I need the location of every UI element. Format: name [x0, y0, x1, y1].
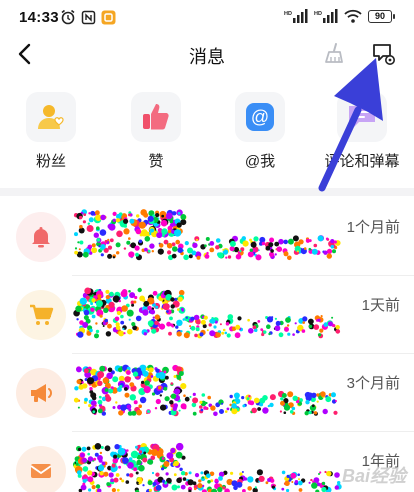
status-time: 14:33 — [19, 9, 59, 26]
category-fans[interactable]: 粉丝 — [11, 92, 91, 171]
category-label: @我 — [244, 153, 276, 170]
fans-icon — [38, 105, 64, 129]
battery-indicator: 90 — [368, 9, 395, 23]
status-bar: 14:33 HD HD 90 — [0, 0, 414, 36]
page-title: 消息 — [189, 47, 225, 67]
category-label: 评论和弹幕 — [324, 153, 400, 170]
shopping-cart-icon — [30, 304, 54, 325]
category-label: 粉丝 — [35, 153, 66, 170]
category-mentions[interactable]: @ @我 — [220, 92, 300, 171]
list-item[interactable]: 3个月前 — [0, 358, 414, 436]
comment-icon — [349, 106, 375, 128]
message-preview-redacted — [72, 208, 344, 266]
app-notification-icon — [101, 10, 116, 24]
clear-unread-button[interactable] — [322, 41, 348, 67]
message-preview-redacted — [72, 442, 344, 492]
category-comments[interactable]: 评论和弹幕 — [322, 92, 402, 171]
message-settings-icon — [373, 44, 395, 65]
mention-icon: @ — [246, 103, 274, 131]
megaphone-icon — [31, 384, 52, 402]
signal-hd-icon: HD — [314, 9, 338, 23]
alarm-icon — [61, 9, 75, 25]
wifi-icon — [344, 9, 362, 23]
svg-text:HD: HD — [284, 11, 292, 17]
list-item[interactable]: 1天前 — [0, 280, 414, 358]
message-preview-redacted — [72, 364, 344, 422]
message-time: 3个月前 — [346, 375, 400, 392]
message-preview-redacted — [72, 286, 344, 344]
like-icon — [143, 104, 169, 130]
category-bar: 粉丝 赞 @ @我 评论和弹幕 — [0, 92, 414, 174]
signal-hd-icon: HD — [284, 9, 308, 23]
envelope-icon — [30, 464, 52, 478]
category-likes[interactable]: 赞 — [116, 92, 196, 171]
watermark-logo: Bai经验 — [341, 466, 406, 486]
header: 消息 — [0, 36, 414, 74]
list-item[interactable]: 1个月前 — [0, 202, 414, 280]
svg-text:@: @ — [251, 107, 269, 127]
broom-icon — [325, 43, 343, 63]
svg-text:HD: HD — [314, 11, 322, 17]
nfc-icon — [81, 10, 96, 24]
divider — [72, 275, 414, 276]
divider — [72, 353, 414, 354]
category-label: 赞 — [148, 153, 164, 170]
section-divider — [0, 188, 414, 196]
message-settings-button[interactable] — [370, 41, 396, 67]
bell-icon — [32, 227, 50, 248]
divider — [72, 431, 414, 432]
message-time: 1个月前 — [346, 219, 400, 236]
message-time: 1天前 — [361, 297, 400, 314]
